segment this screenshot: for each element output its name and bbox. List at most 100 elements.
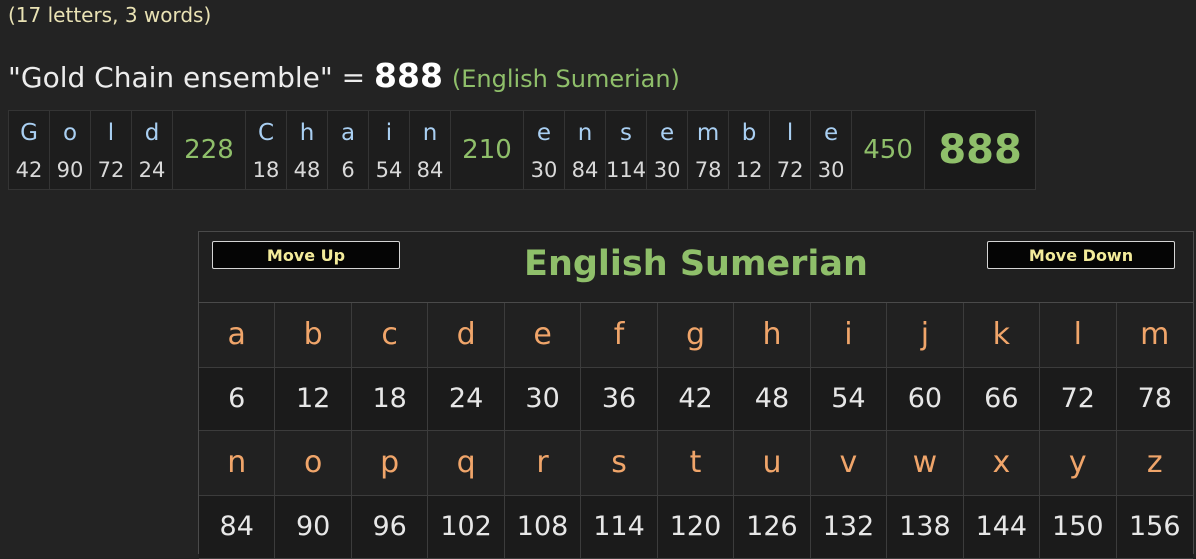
letter-cell: l 72: [769, 110, 812, 190]
letter-value: 6: [341, 158, 355, 182]
cipher-value-cell: 84: [199, 496, 276, 559]
cipher-letter-cell: w: [887, 431, 964, 496]
letter-value: 18: [252, 158, 280, 182]
cipher-letter-cell: f: [581, 303, 658, 368]
letter-value: 90: [56, 158, 84, 182]
cipher-letter-cell: h: [734, 303, 811, 368]
cipher-value-cell: 48: [734, 368, 811, 431]
cipher-letter-cell: k: [963, 303, 1041, 368]
letter-char: l: [107, 120, 115, 146]
letter-char: n: [422, 120, 438, 146]
cipher-letter-cell: r: [504, 431, 582, 496]
letter-value: 48: [293, 158, 321, 182]
letter-char: o: [62, 120, 78, 146]
cipher-value-cell: 132: [810, 496, 888, 559]
letter-cell: s 114: [604, 110, 648, 190]
move-down-button[interactable]: Move Down: [987, 241, 1175, 269]
letter-char: e: [660, 120, 675, 146]
letter-char: d: [144, 120, 160, 146]
letter-char: e: [824, 120, 839, 146]
cipher-value-cell: 138: [887, 496, 964, 559]
cipher-name: (English Sumerian): [451, 65, 680, 93]
letter-char: s: [620, 120, 633, 146]
cipher-letter-cell: n: [199, 431, 276, 496]
cipher-value-cell: 36: [581, 368, 658, 431]
cipher-value-cell: 150: [1040, 496, 1117, 559]
letter-cell: l 72: [90, 110, 132, 190]
cipher-letter-cell: o: [275, 431, 352, 496]
letter-value: 84: [571, 158, 599, 182]
letter-value: 78: [694, 158, 722, 182]
word-sum: 228: [172, 110, 246, 190]
letter-value: 84: [416, 158, 444, 182]
cipher-value-cell: 12: [275, 368, 352, 431]
cipher-value-cell: 96: [351, 496, 429, 559]
letter-value: 72: [776, 158, 804, 182]
letter-cell: C 18: [245, 110, 287, 190]
cipher-chart-panel: Move Up English Sumerian Move Down abcde…: [198, 231, 1194, 559]
phrase-text: "Gold Chain ensemble": [8, 61, 333, 94]
letter-cell: i 54: [368, 110, 410, 190]
letter-char: b: [741, 120, 757, 146]
letter-char: C: [257, 120, 275, 146]
cipher-value-cell: 72: [1040, 368, 1117, 431]
letter-value: 30: [817, 158, 845, 182]
phrase-summary: (17 letters, 3 words): [8, 3, 212, 27]
cipher-value-cell: 18: [351, 368, 429, 431]
letter-value: 30: [530, 158, 558, 182]
letter-value: 12: [735, 158, 763, 182]
cipher-value-cell: 30: [504, 368, 582, 431]
cipher-value-cell: 66: [963, 368, 1041, 431]
cipher-value-cell: 114: [581, 496, 658, 559]
letter-cell: e 30: [810, 110, 853, 190]
letter-cell: a6: [327, 110, 369, 190]
cipher-value-cell: 90: [275, 496, 352, 559]
letter-char: G: [20, 120, 38, 146]
cipher-letter-cell: m: [1116, 303, 1193, 368]
cipher-value-cell: 6: [199, 368, 276, 431]
phrase-result: "Gold Chain ensemble" = 888 (English Sum…: [8, 56, 680, 95]
cipher-letter-grid: a b c d e f g h i j k l m 6 12 18 24 30 36 42 48 54 60 66 72 78 n o…: [199, 303, 1193, 559]
cipher-letter-cell: a: [199, 303, 276, 368]
cipher-value-cell: 144: [963, 496, 1041, 559]
letter-value: 114: [606, 158, 647, 182]
letter-char: h: [299, 120, 315, 146]
letter-cell: e 30: [523, 110, 565, 190]
letter-cell: m 78: [687, 110, 730, 190]
panel-header: Move Up English Sumerian Move Down: [199, 232, 1193, 303]
letter-cell: n 84: [564, 110, 606, 190]
letter-cell: o 90: [49, 110, 91, 190]
cipher-value-cell: 42: [657, 368, 735, 431]
cipher-letter-cell: i: [810, 303, 888, 368]
cipher-letter-cell: z: [1116, 431, 1193, 496]
cipher-value-cell: 60: [887, 368, 964, 431]
letter-value: 30: [653, 158, 681, 182]
breakdown-row: G 42 o 90 l 72 d 24 228 C 18 h 48 a6 i 54 n 84 2…: [8, 110, 1037, 190]
cipher-letter-cell: s: [581, 431, 658, 496]
cipher-value-cell: 102: [428, 496, 505, 559]
letter-cell: h 48: [286, 110, 328, 190]
cipher-letter-cell: q: [428, 431, 505, 496]
letter-cell: e 30: [646, 110, 689, 190]
cipher-letter-cell: g: [657, 303, 735, 368]
letter-char: e: [536, 120, 552, 146]
letter-cell: d 24: [131, 110, 173, 190]
cipher-letter-cell: y: [1040, 431, 1117, 496]
cipher-letter-cell: u: [734, 431, 811, 496]
word-sum: 450: [851, 110, 926, 190]
letter-char: a: [340, 120, 356, 146]
letter-char: n: [577, 120, 593, 146]
letter-value: 42: [15, 158, 43, 182]
cipher-letter-cell: b: [275, 303, 352, 368]
cipher-value-cell: 156: [1116, 496, 1193, 559]
cipher-letter-cell: d: [428, 303, 505, 368]
grand-total: 888: [924, 110, 1037, 190]
letter-char: m: [696, 120, 720, 146]
letter-cell: b 12: [728, 110, 771, 190]
letter-cell: n 84: [409, 110, 451, 190]
cipher-value-cell: 126: [734, 496, 811, 559]
equals-sign: =: [341, 61, 366, 94]
cipher-letter-cell: j: [887, 303, 964, 368]
cipher-letter-cell: e: [504, 303, 582, 368]
letter-breakdown-table: G 42 o 90 l 72 d 24 228 C 18 h 48 a6 i 54 n 84 2…: [8, 110, 1037, 190]
